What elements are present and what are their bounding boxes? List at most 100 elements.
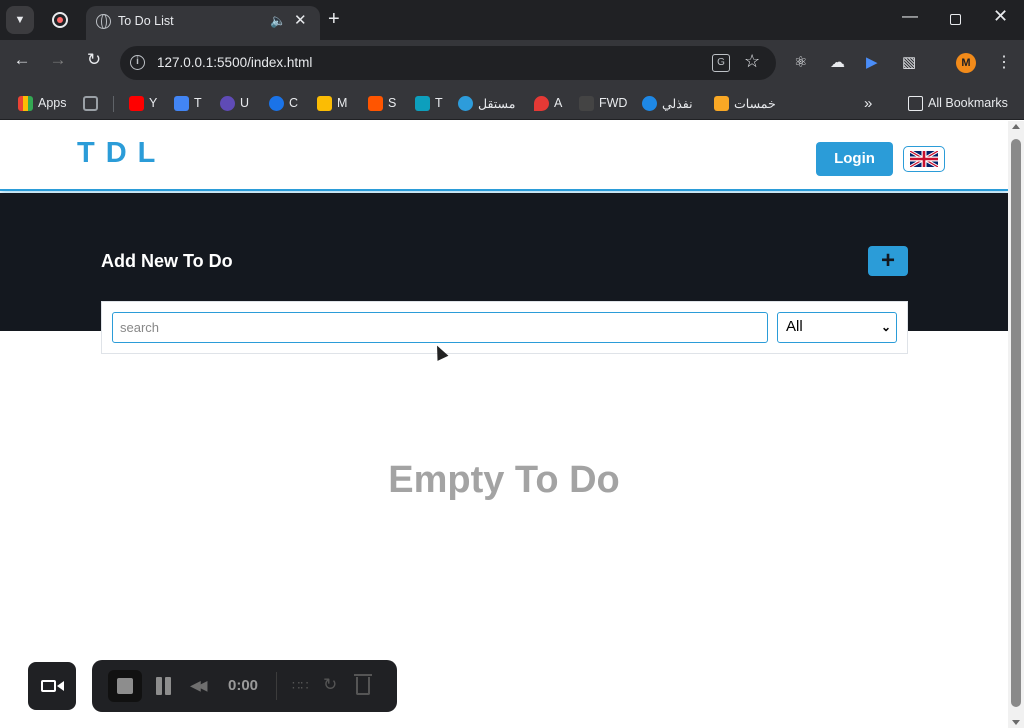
tab-close-icon[interactable]: ✕ bbox=[294, 11, 307, 29]
forward-button[interactable]: → bbox=[46, 50, 70, 70]
bookmark-label: Y bbox=[149, 96, 158, 110]
camera-icon bbox=[41, 680, 56, 692]
tab-active[interactable]: To Do List 🔈 ✕ bbox=[86, 6, 320, 40]
bookmark-label: T bbox=[435, 96, 443, 110]
tab-search-chevron-icon[interactable]: ▼ bbox=[6, 6, 34, 34]
bookmark-t2[interactable]: T bbox=[415, 93, 443, 113]
reload-button[interactable]: ↻ bbox=[82, 50, 106, 70]
bookmarks-separator bbox=[113, 96, 114, 112]
status-filter-value: All bbox=[786, 318, 803, 335]
bookmark-label: FWD bbox=[599, 96, 628, 110]
restart-icon[interactable]: ↻ bbox=[323, 675, 337, 695]
extension-cloud-icon[interactable]: ☁ bbox=[830, 53, 845, 71]
react-devtools-icon[interactable]: ⚛ bbox=[794, 53, 807, 71]
extensions-puzzle-icon[interactable]: ▧ bbox=[902, 53, 916, 71]
all-bookmarks-label: All Bookmarks bbox=[928, 96, 1008, 110]
recording-timer: 0:00 bbox=[228, 677, 259, 694]
rewind-icon[interactable]: ◀◀ bbox=[190, 677, 207, 694]
mostaql-icon bbox=[458, 95, 473, 111]
grid-dots-icon[interactable]: ∷∷ bbox=[292, 678, 309, 694]
stop-recording-button[interactable] bbox=[108, 670, 142, 702]
page-viewport: TDL Login Add New To Do + All ⌄ Emp bbox=[0, 121, 1024, 728]
search-input[interactable] bbox=[112, 312, 768, 343]
bookmark-fwd[interactable]: FWD bbox=[579, 93, 627, 113]
apps-grid-icon bbox=[18, 95, 33, 111]
tab-groups-icon bbox=[83, 95, 98, 111]
speaker-icon[interactable]: 🔈 bbox=[270, 13, 286, 29]
new-tab-button[interactable]: + bbox=[328, 7, 340, 31]
fwd-icon bbox=[579, 95, 594, 111]
tab-strip: ▼ To Do List 🔈 ✕ + — ✕ bbox=[0, 0, 1024, 40]
pause-icon[interactable] bbox=[156, 677, 172, 695]
language-button[interactable] bbox=[903, 146, 945, 172]
status-filter-select[interactable]: All ⌄ bbox=[777, 312, 897, 343]
browser-toolbar: ← → ↻ i 127.0.0.1:5500/index.html G ☆ ⚛ … bbox=[0, 40, 1024, 86]
search-filter-card: All ⌄ bbox=[101, 301, 908, 354]
soundcloud-icon bbox=[368, 95, 383, 111]
site-logo[interactable]: TDL bbox=[77, 137, 166, 170]
bookmark-label: S bbox=[388, 96, 397, 110]
khamsat-icon bbox=[714, 95, 729, 111]
scroll-thumb[interactable] bbox=[1011, 139, 1021, 707]
t-site-icon bbox=[415, 95, 430, 111]
bookmark-soundcloud[interactable]: S bbox=[368, 93, 396, 113]
bookmark-mostaql[interactable]: مستقل bbox=[458, 93, 515, 113]
bookmark-c[interactable]: C bbox=[269, 93, 298, 113]
u-site-icon bbox=[220, 95, 235, 111]
all-bookmarks[interactable]: All Bookmarks bbox=[908, 93, 1008, 113]
bookmark-m[interactable]: M bbox=[317, 93, 347, 113]
folder-icon bbox=[908, 95, 923, 111]
bookmark-nafezly[interactable]: نفذلي bbox=[642, 93, 693, 113]
url-text[interactable]: 127.0.0.1:5500/index.html bbox=[157, 55, 312, 70]
address-bar[interactable]: i 127.0.0.1:5500/index.html G ☆ bbox=[120, 46, 776, 80]
bookmark-tab-groups[interactable] bbox=[83, 93, 98, 113]
camera-lens-icon bbox=[57, 681, 64, 691]
camera-toggle-button[interactable] bbox=[28, 662, 76, 710]
back-button[interactable]: ← bbox=[10, 50, 34, 70]
bookmark-label: U bbox=[240, 96, 250, 110]
browser-window: ▼ To Do List 🔈 ✕ + — ✕ ← → ↻ i 127.0.0.1… bbox=[0, 0, 1024, 728]
bookmark-apps[interactable]: Apps bbox=[18, 93, 67, 113]
chevron-down-icon: ⌄ bbox=[880, 320, 891, 334]
bookmark-label: A bbox=[554, 96, 563, 110]
page-scrollbar[interactable] bbox=[1008, 121, 1024, 728]
window-close-button[interactable]: ✕ bbox=[993, 6, 1008, 27]
bookmark-label: مستقل bbox=[478, 96, 516, 111]
translate-icon[interactable]: G bbox=[712, 54, 730, 72]
bookmark-label: نفذلي bbox=[662, 96, 693, 111]
restore-button[interactable] bbox=[950, 14, 961, 25]
bookmark-label: Apps bbox=[38, 96, 67, 110]
site-info-icon[interactable]: i bbox=[130, 55, 145, 70]
add-todo-button[interactable]: + bbox=[868, 246, 908, 276]
recorder-divider bbox=[276, 672, 277, 700]
scroll-down-arrow-icon[interactable] bbox=[1012, 720, 1020, 725]
site-header: TDL Login bbox=[0, 121, 1008, 191]
bookmark-khamsat[interactable]: خمسات bbox=[714, 93, 776, 113]
nafezly-icon bbox=[642, 95, 657, 111]
bookmark-label: M bbox=[337, 96, 348, 110]
profile-avatar[interactable]: M bbox=[956, 53, 976, 73]
login-button[interactable]: Login bbox=[816, 142, 893, 176]
bookmark-label: خمسات bbox=[734, 96, 776, 111]
bookmarks-bar: Apps Y T U C M S T مستقل A FWD نفذلي خمس… bbox=[0, 86, 1024, 120]
bookmark-star-icon[interactable]: ☆ bbox=[744, 51, 760, 72]
minimize-button[interactable]: — bbox=[902, 8, 918, 26]
bookmark-translate[interactable]: T bbox=[174, 93, 202, 113]
tab-title: To Do List bbox=[118, 14, 174, 28]
c-site-icon bbox=[269, 95, 284, 111]
uk-flag-icon bbox=[910, 151, 938, 167]
recording-tab-icon[interactable] bbox=[52, 12, 68, 28]
map-pin-icon bbox=[534, 95, 549, 111]
bookmark-a[interactable]: A bbox=[534, 93, 562, 113]
bookmark-label: C bbox=[289, 96, 299, 110]
bookmark-u[interactable]: U bbox=[220, 93, 249, 113]
recorder-controls: ◀◀ 0:00 ∷∷ ↻ bbox=[92, 660, 397, 712]
browser-menu-icon[interactable]: ⋮ bbox=[996, 52, 1012, 72]
scroll-up-arrow-icon[interactable] bbox=[1012, 124, 1020, 129]
m-site-icon bbox=[317, 95, 332, 111]
bookmark-youtube[interactable]: Y bbox=[129, 93, 157, 113]
more-bookmarks-chevron-icon[interactable]: » bbox=[864, 93, 872, 113]
extension-pointer-icon[interactable]: ▶ bbox=[866, 53, 878, 71]
youtube-icon bbox=[129, 95, 144, 111]
trash-icon[interactable] bbox=[354, 674, 372, 695]
